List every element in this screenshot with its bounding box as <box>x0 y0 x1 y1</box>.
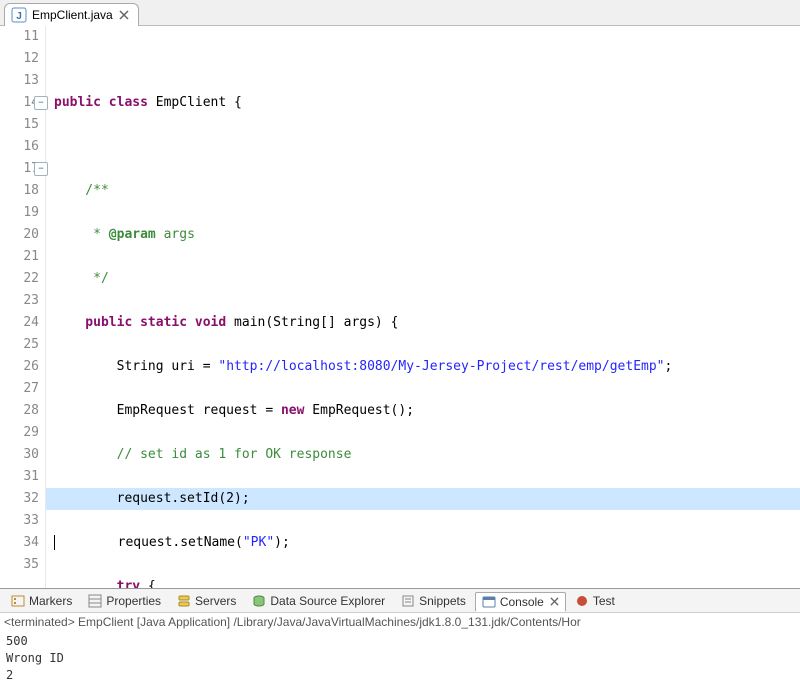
line-number: 33 <box>0 510 39 532</box>
close-icon[interactable] <box>118 9 130 21</box>
data-source-icon <box>252 594 266 608</box>
java-file-icon: J <box>11 7 27 23</box>
tab-properties[interactable]: Properties <box>81 591 168 611</box>
editor-tab-bar: J EmpClient.java <box>0 0 800 26</box>
tab-test[interactable]: Test <box>568 591 622 611</box>
console-launch-header: <terminated> EmpClient [Java Application… <box>0 613 800 631</box>
svg-text:J: J <box>16 11 22 22</box>
line-number: 28 <box>0 400 39 422</box>
line-number: 19 <box>0 202 39 224</box>
line-number: 24 <box>0 312 39 334</box>
tab-markers[interactable]: Markers <box>4 591 79 611</box>
code-line-highlighted: request.setId(2); <box>46 488 800 510</box>
editor-area: J EmpClient.java 11 12 13 14− 15 16 17− … <box>0 0 800 589</box>
code-content[interactable]: public class EmpClient { /** * @param ar… <box>46 26 800 589</box>
code-line: request.setName("PK"); <box>54 532 800 554</box>
close-icon[interactable] <box>550 597 559 606</box>
line-number: 29 <box>0 422 39 444</box>
line-number: 27 <box>0 378 39 400</box>
code-line: /** <box>54 180 800 202</box>
line-number: 15 <box>0 114 39 136</box>
line-number: 23 <box>0 290 39 312</box>
tab-console[interactable]: Console <box>475 592 566 612</box>
line-number: 31 <box>0 466 39 488</box>
fold-toggle-icon[interactable]: − <box>34 162 48 176</box>
code-line: */ <box>54 268 800 290</box>
code-line <box>54 136 800 158</box>
code-line: // set id as 1 for OK response <box>54 444 800 466</box>
line-number: 20 <box>0 224 39 246</box>
code-line: public class EmpClient { <box>54 92 800 114</box>
bottom-panel-tabs: Markers Properties Servers Data Source E… <box>0 589 800 613</box>
properties-icon <box>88 594 102 608</box>
code-line: String uri = "http://localhost:8080/My-J… <box>54 356 800 378</box>
line-number: 17− <box>0 158 39 180</box>
console-line: 500 <box>6 633 794 650</box>
line-number: 35 <box>0 554 39 576</box>
line-number: 21 <box>0 246 39 268</box>
code-line: public static void main(String[] args) { <box>54 312 800 334</box>
line-number: 26 <box>0 356 39 378</box>
line-number: 34 <box>0 532 39 554</box>
fold-toggle-icon[interactable]: − <box>34 96 48 110</box>
tab-snippets[interactable]: Snippets <box>394 591 473 611</box>
code-line: try { <box>54 576 800 589</box>
line-number: 14− <box>0 92 39 114</box>
line-number: 18 <box>0 180 39 202</box>
code-line <box>54 48 800 70</box>
tab-label: EmpClient.java <box>32 8 113 22</box>
console-icon <box>482 595 496 609</box>
line-number: 16 <box>0 136 39 158</box>
tab-data-source-explorer[interactable]: Data Source Explorer <box>245 591 392 611</box>
line-number: 32 <box>0 488 39 510</box>
snippets-icon <box>401 594 415 608</box>
console-output[interactable]: 500 Wrong ID 2 <box>0 631 800 686</box>
console-line: Wrong ID <box>6 650 794 667</box>
markers-icon <box>11 594 25 608</box>
line-number-gutter: 11 12 13 14− 15 16 17− 18 19 20 21 22 23… <box>0 26 46 589</box>
code-line: * @param args <box>54 224 800 246</box>
line-number: 22 <box>0 268 39 290</box>
tab-servers[interactable]: Servers <box>170 591 243 611</box>
line-number: 13 <box>0 70 39 92</box>
line-number: 25 <box>0 334 39 356</box>
line-number: 11 <box>0 26 39 48</box>
line-number: 12 <box>0 48 39 70</box>
code-editor[interactable]: 11 12 13 14− 15 16 17− 18 19 20 21 22 23… <box>0 26 800 589</box>
line-number: 30 <box>0 444 39 466</box>
servers-icon <box>177 594 191 608</box>
editor-tab-empclient[interactable]: J EmpClient.java <box>4 3 139 26</box>
test-icon <box>575 594 589 608</box>
code-line: EmpRequest request = new EmpRequest(); <box>54 400 800 422</box>
console-line: 2 <box>6 667 794 684</box>
